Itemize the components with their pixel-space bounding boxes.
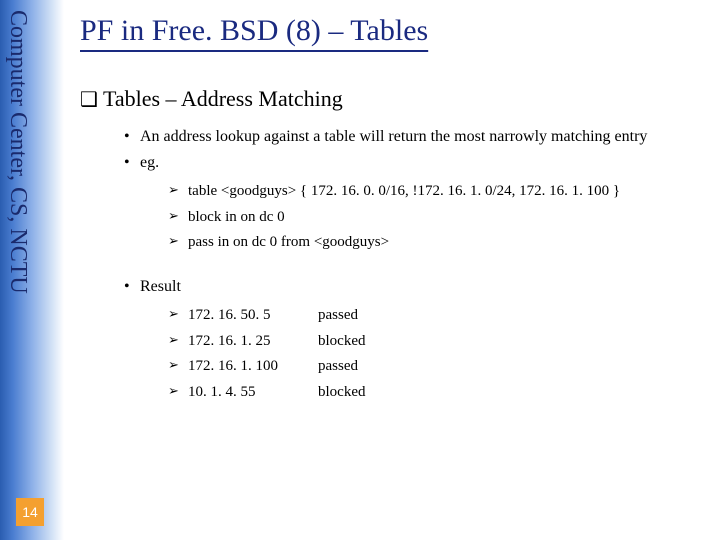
bullet-list-1: An address lookup against a table will r…	[80, 126, 700, 173]
example-line: block in on dc 0	[168, 205, 700, 231]
result-ip: 172. 16. 50. 5	[188, 303, 318, 329]
result-row: 10. 1. 4. 55 blocked	[168, 380, 700, 406]
bullet-item: eg.	[124, 152, 700, 174]
slide-title: PF in Free. BSD (8) – Tables	[80, 14, 700, 52]
sidebar: Computer Center, CS, NCTU 14	[0, 0, 64, 540]
bullet-item: An address lookup against a table will r…	[124, 126, 700, 148]
results-list: 172. 16. 50. 5 passed 172. 16. 1. 25 blo…	[80, 303, 700, 405]
example-line: pass in on dc 0 from <goodguys>	[168, 230, 700, 256]
bullet-list-2: Result	[80, 276, 700, 298]
result-ip: 172. 16. 1. 25	[188, 329, 318, 355]
example-line: table <goodguys> { 172. 16. 0. 0/16, !17…	[168, 179, 700, 205]
result-status: blocked	[318, 329, 365, 355]
result-status: passed	[318, 303, 358, 329]
result-status: passed	[318, 354, 358, 380]
result-status: blocked	[318, 380, 365, 406]
bullet-item: Result	[124, 276, 700, 298]
result-row: 172. 16. 50. 5 passed	[168, 303, 700, 329]
result-row: 172. 16. 1. 100 passed	[168, 354, 700, 380]
result-ip: 172. 16. 1. 100	[188, 354, 318, 380]
result-ip: 10. 1. 4. 55	[188, 380, 318, 406]
page-number-badge: 14	[16, 498, 44, 526]
example-list: table <goodguys> { 172. 16. 0. 0/16, !17…	[80, 179, 700, 256]
sidebar-org-text: Computer Center, CS, NCTU	[4, 10, 31, 294]
slide-content: PF in Free. BSD (8) – Tables Tables – Ad…	[70, 0, 710, 540]
result-row: 172. 16. 1. 25 blocked	[168, 329, 700, 355]
section-heading: Tables – Address Matching	[80, 86, 700, 112]
